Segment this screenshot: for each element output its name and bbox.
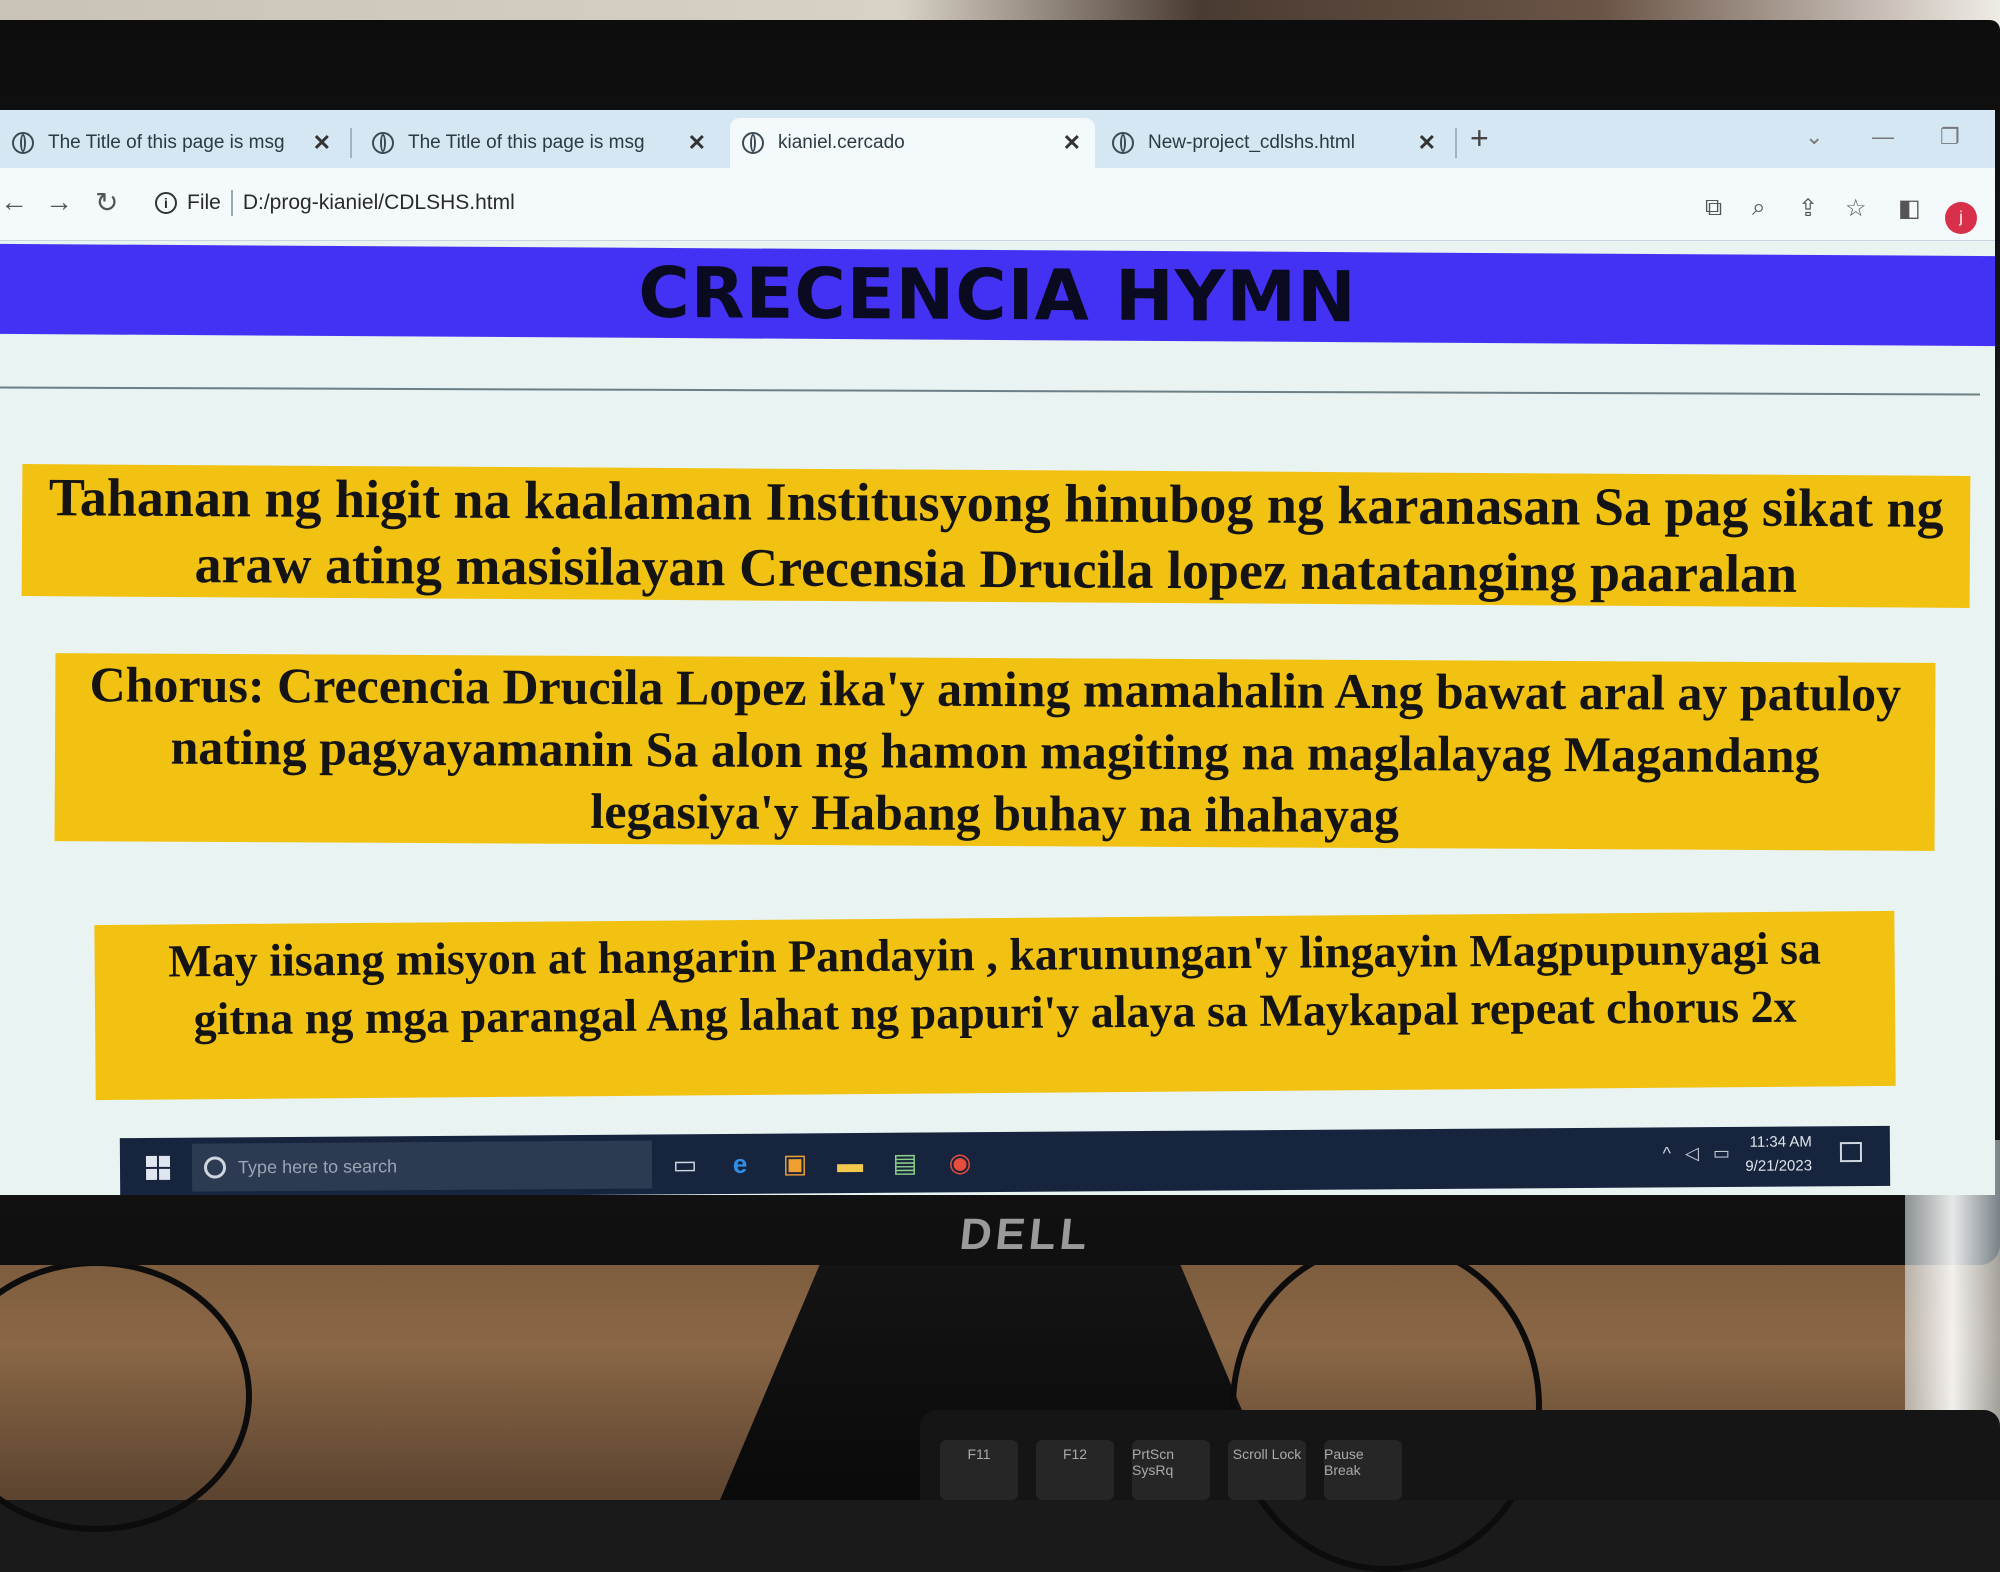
side-panel-icon[interactable]: ◧ <box>1898 194 1921 223</box>
profile-avatar[interactable]: j <box>1945 202 1977 234</box>
volume-icon[interactable]: ◁ <box>1685 1143 1699 1164</box>
taskbar-clock[interactable]: 11:34 AM 9/21/2023 <box>1745 1130 1812 1178</box>
address-bar[interactable]: i File D:/prog-kianiel/CDLSHS.html <box>155 190 515 216</box>
file-explorer-icon[interactable]: ▬ <box>830 1143 870 1183</box>
notification-icon[interactable] <box>1839 1142 1863 1163</box>
tab-title: New-project_cdlshs.html <box>1148 132 1355 153</box>
browser-tab-active[interactable]: kianiel.cercado ✕ <box>730 118 1095 168</box>
verse-paragraph: May iisang misyon at hangarin Pandayin ,… <box>94 910 1896 1101</box>
keyboard-key: F11 <box>940 1440 1018 1500</box>
close-tab-icon[interactable]: ✕ <box>1063 130 1081 156</box>
tab-title: The Title of this page is msg <box>48 132 285 153</box>
notepad-icon[interactable]: ▤ <box>885 1143 925 1183</box>
share-icon[interactable]: ⇪ <box>1798 194 1818 223</box>
tab-title: kianiel.cercado <box>778 132 905 153</box>
keyboard-key: Pause Break <box>1324 1440 1402 1500</box>
browser-tab[interactable]: The Title of this page is msg ✕ <box>0 118 345 168</box>
address-url: D:/prog-kianiel/CDLSHS.html <box>242 191 515 214</box>
zoom-icon[interactable]: ⌕ <box>1752 194 1765 222</box>
task-view-icon[interactable]: ▭ <box>665 1144 705 1184</box>
minimize-icon[interactable]: — <box>1872 124 1894 150</box>
keyboard-key: Scroll Lock <box>1228 1440 1306 1500</box>
store-icon[interactable]: ▣ <box>775 1143 815 1183</box>
page-title: CRECENCIA HYMN <box>638 251 1357 339</box>
browser-tab[interactable]: The Title of this page is msg ✕ <box>360 118 720 168</box>
translate-icon[interactable]: ⧉ <box>1705 194 1722 222</box>
clock-time: 11:34 AM <box>1749 1133 1812 1151</box>
cable <box>1230 1240 1542 1572</box>
search-placeholder: Type here to search <box>237 1155 398 1177</box>
new-tab-button[interactable]: + <box>1470 120 1489 157</box>
tab-search-chevron-icon[interactable]: ⌄ <box>1805 124 1823 150</box>
monitor-brand-logo: DELL <box>957 1210 1094 1259</box>
close-tab-icon[interactable]: ✕ <box>688 130 706 156</box>
restore-icon[interactable]: ❐ <box>1940 124 1960 150</box>
taskbar-search-input[interactable]: Type here to search <box>191 1140 653 1192</box>
tray-chevron-icon[interactable]: ^ <box>1663 1143 1672 1164</box>
chorus-paragraph: Chorus: Crecencia Drucila Lopez ika'y am… <box>54 653 1936 851</box>
monitor-screen: The Title of this page is msg ✕ The Titl… <box>0 110 1995 1195</box>
tab-title: The Title of this page is msg <box>408 132 645 153</box>
globe-icon <box>742 132 764 154</box>
windows-start-icon[interactable] <box>145 1155 171 1180</box>
system-tray[interactable]: ^ ◁ ▭ <box>1663 1143 1730 1164</box>
globe-icon <box>1112 132 1134 154</box>
cortana-icon <box>203 1156 227 1179</box>
keyboard: F11 F12 PrtScn SysRq Scroll Lock Pause B… <box>920 1410 2000 1500</box>
tab-divider <box>1455 128 1457 158</box>
horizontal-rule <box>0 386 1980 396</box>
clock-date: 9/21/2023 <box>1745 1157 1813 1175</box>
chrome-icon[interactable]: ◉ <box>940 1142 980 1182</box>
tab-divider <box>350 128 352 158</box>
keyboard-key: PrtScn SysRq <box>1132 1440 1210 1500</box>
back-icon[interactable]: ← <box>0 186 28 218</box>
edge-icon[interactable]: e <box>720 1144 760 1184</box>
verse-paragraph: Tahanan ng higit na kaalaman Institusyon… <box>21 464 1971 608</box>
close-tab-icon[interactable]: ✕ <box>1418 130 1436 156</box>
globe-icon <box>372 132 394 154</box>
keyboard-key: F12 <box>1036 1440 1114 1500</box>
globe-icon <box>12 132 34 154</box>
forward-icon[interactable]: → <box>45 186 73 218</box>
browser-toolbar: ← → ↻ i File D:/prog-kianiel/CDLSHS.html… <box>0 168 1995 241</box>
page-header-banner: CRECENCIA HYMN <box>0 243 1995 347</box>
browser-tab[interactable]: New-project_cdlshs.html ✕ <box>1100 118 1450 168</box>
windows-taskbar: Type here to search ▭ e ▣ ▬ ▤ ◉ ^ ◁ ▭ 11… <box>119 1125 1891 1195</box>
close-tab-icon[interactable]: ✕ <box>313 130 331 156</box>
address-scheme-label: File <box>187 191 221 214</box>
browser-tab-strip: The Title of this page is msg ✕ The Titl… <box>0 110 1995 168</box>
reload-icon[interactable]: ↻ <box>95 186 118 219</box>
network-icon[interactable]: ▭ <box>1713 1143 1730 1164</box>
bookmark-star-icon[interactable]: ☆ <box>1845 194 1867 223</box>
address-divider <box>230 190 233 216</box>
info-icon[interactable]: i <box>155 192 177 214</box>
